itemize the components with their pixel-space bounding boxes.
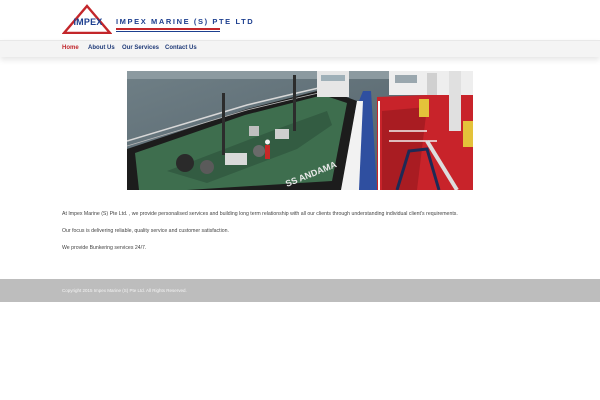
nav-home-link[interactable]: Home bbox=[62, 45, 79, 51]
hero-photo-illustration: SS ANDAMA bbox=[127, 71, 473, 190]
hero-image-bunkering-vessels: SS ANDAMA bbox=[127, 71, 473, 190]
logo-mark-text: IMPEX bbox=[73, 17, 103, 27]
focus-paragraph: Our focus is delivering reliable, qualit… bbox=[62, 228, 229, 234]
logo-underline-red bbox=[116, 28, 220, 30]
logo-company-name: IMPEX MARINE (S) PTE LTD bbox=[116, 17, 255, 26]
copyright-text: Copyright 2015 Impex Marine (S) Pte Ltd.… bbox=[62, 288, 187, 293]
site-header: IMPEX IMPEX MARINE (S) PTE LTD bbox=[0, 0, 600, 40]
intro-paragraph: At Impex Marine (S) Pte Ltd. , we provid… bbox=[62, 211, 458, 217]
services-paragraph: We provide Bunkering services 24/7. bbox=[62, 245, 147, 251]
main-navigation: Home About Us Our Services Contact Us bbox=[0, 40, 600, 57]
nav-about-us-link[interactable]: About Us bbox=[88, 45, 115, 51]
page: IMPEX IMPEX MARINE (S) PTE LTD Home Abou… bbox=[0, 0, 600, 400]
nav-contact-us-link[interactable]: Contact Us bbox=[165, 45, 197, 51]
site-footer: Copyright 2015 Impex Marine (S) Pte Ltd.… bbox=[0, 279, 600, 302]
nav-our-services-link[interactable]: Our Services bbox=[122, 45, 159, 51]
logo-underline-blue bbox=[116, 31, 220, 32]
company-logo[interactable]: IMPEX IMPEX MARINE (S) PTE LTD bbox=[62, 4, 253, 36]
